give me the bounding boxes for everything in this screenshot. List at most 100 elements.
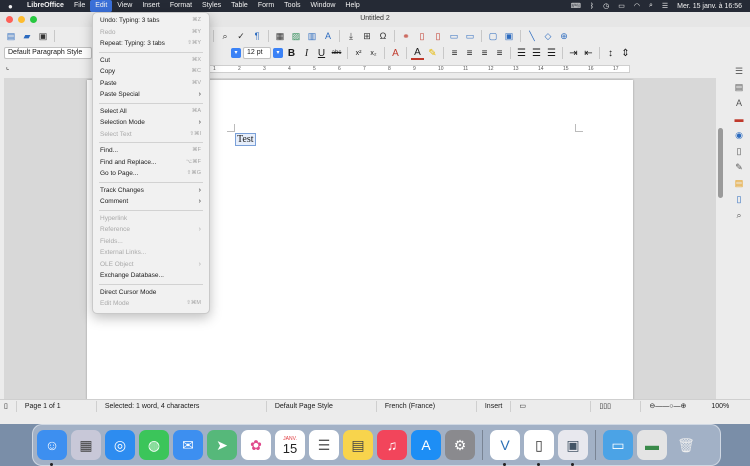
justify-icon[interactable]: ≡ xyxy=(493,48,506,59)
italic-icon[interactable]: I xyxy=(300,48,313,59)
battery-icon[interactable]: ▭ xyxy=(618,2,625,10)
strikethrough-icon[interactable]: abc xyxy=(330,50,343,56)
insert-bookmark-icon[interactable]: ▭ xyxy=(447,30,461,43)
menu-edit[interactable]: Edit xyxy=(90,0,113,12)
draw-functions-icon[interactable]: ⊕ xyxy=(557,30,571,43)
line-spacing-icon[interactable]: ↕ xyxy=(604,48,617,59)
menu-item-paste-special[interactable]: Paste Special › xyxy=(93,89,209,101)
menu-item-repeat[interactable]: Repeat: Typing: 3 tabs ⇧⌘Y xyxy=(93,38,209,50)
reminders-icon[interactable]: ☰ xyxy=(309,430,339,460)
menu-item-find-replace[interactable]: Find and Replace... ⌥⌘F xyxy=(93,157,209,169)
font-name-dropdown-icon[interactable]: ▾ xyxy=(231,48,241,58)
insert-page-break-icon[interactable]: ⤓ xyxy=(344,30,358,43)
decrease-indent-icon[interactable]: ⇤ xyxy=(582,48,595,59)
open-folder-icon[interactable]: ▰ xyxy=(20,30,34,43)
menu-table[interactable]: Table xyxy=(226,0,253,12)
mail-icon[interactable]: ✉ xyxy=(173,430,203,460)
page-number-status[interactable]: Page 1 of 1 xyxy=(17,400,97,412)
finder-icon[interactable]: ☺ xyxy=(37,430,67,466)
word-count-status[interactable]: Selected: 1 word, 4 characters xyxy=(97,400,267,412)
insert-mode-status[interactable]: Insert xyxy=(477,400,512,412)
menu-item-paste[interactable]: Paste ⌘V xyxy=(93,78,209,90)
spellcheck-icon[interactable]: ✓ xyxy=(234,30,248,43)
photos-icon[interactable]: ✿ xyxy=(241,430,271,460)
menu-format[interactable]: Format xyxy=(165,0,197,12)
music-icon[interactable]: ♫ xyxy=(377,430,407,460)
manage-changes-icon[interactable]: ▤ xyxy=(733,178,745,191)
downloads-folder-icon[interactable]: ▭ xyxy=(603,430,633,460)
menu-item-undo[interactable]: Undo: Typing: 3 tabs ⌘Z xyxy=(93,15,209,27)
menu-item-direct-cursor-mode[interactable]: Direct Cursor Mode xyxy=(93,287,209,299)
save-icon[interactable]: ▣ xyxy=(36,30,50,43)
vertical-scrollbar[interactable] xyxy=(717,78,725,400)
bluetooth-icon[interactable]: ᛒ xyxy=(590,3,594,10)
libreoffice-writer-icon[interactable]: ▯ xyxy=(524,430,554,466)
insert-endnote-icon[interactable]: ▯ xyxy=(431,30,445,43)
keyboard-icon[interactable]: ⌨ xyxy=(571,2,581,10)
horizontal-ruler[interactable]: 1 2 3 4 5 6 7 8 9 10 11 12 13 14 15 16 1… xyxy=(200,65,630,73)
insert-special-character-icon[interactable]: Ω xyxy=(376,30,390,43)
menu-view[interactable]: View xyxy=(112,0,137,12)
app-store-icon[interactable]: A xyxy=(411,430,441,460)
design-icon[interactable]: ▯ xyxy=(733,194,745,207)
align-left-icon[interactable]: ≡ xyxy=(448,48,461,59)
maps-icon[interactable]: ➤ xyxy=(207,430,237,460)
menu-insert[interactable]: Insert xyxy=(137,0,165,12)
superscript-icon[interactable]: x² xyxy=(352,50,365,57)
menu-help[interactable]: Help xyxy=(340,0,364,12)
menu-item-copy[interactable]: Copy ⌘C xyxy=(93,66,209,78)
bullet-list-icon[interactable]: ☰ xyxy=(515,48,528,59)
styles-icon[interactable]: A xyxy=(733,98,745,111)
zoom-slider[interactable]: ⊖——○—⊕ xyxy=(641,401,703,412)
launchpad-icon[interactable]: ▦ xyxy=(71,430,101,460)
underline-icon[interactable]: U xyxy=(315,48,328,59)
font-size-dropdown-icon[interactable]: ▾ xyxy=(273,48,283,58)
system-preferences-icon[interactable]: ⚙ xyxy=(445,430,475,460)
menu-item-selection-mode[interactable]: Selection Mode › xyxy=(93,117,209,129)
properties-icon[interactable]: ▤ xyxy=(733,82,745,95)
new-document-icon[interactable]: ▤ xyxy=(4,30,18,43)
insert-cross-reference-icon[interactable]: ▭ xyxy=(463,30,477,43)
page-icon[interactable]: ▯ xyxy=(733,146,745,159)
highlight-icon[interactable]: ✎ xyxy=(426,48,439,59)
basic-shapes-icon[interactable]: ◇ xyxy=(541,30,555,43)
insert-line-icon[interactable]: ╲ xyxy=(525,30,539,43)
clear-formatting-icon[interactable]: A xyxy=(389,48,402,59)
safari-icon[interactable]: ◎ xyxy=(105,430,135,460)
formatting-marks-icon[interactable]: ¶ xyxy=(250,30,264,43)
subscript-icon[interactable]: x₂ xyxy=(367,50,380,57)
paragraph-spacing-icon[interactable]: ⇕ xyxy=(619,48,632,59)
menu-item-find[interactable]: Find... ⌘F xyxy=(93,145,209,157)
insert-comment-icon[interactable]: ▢ xyxy=(486,30,500,43)
notes-icon[interactable]: ▤ xyxy=(343,430,373,460)
preview-icon[interactable]: ▣ xyxy=(558,430,588,466)
outline-list-icon[interactable]: ☰ xyxy=(545,48,558,59)
menu-app-name[interactable]: LibreOffice xyxy=(22,0,69,12)
increase-indent-icon[interactable]: ⇥ xyxy=(567,48,580,59)
numbered-list-icon[interactable]: ☰ xyxy=(530,48,543,59)
align-center-icon[interactable]: ≡ xyxy=(463,48,476,59)
zoom-level[interactable]: 100% xyxy=(703,401,737,412)
insert-footnote-icon[interactable]: ▯ xyxy=(415,30,429,43)
messages-icon[interactable]: ◍ xyxy=(139,430,169,460)
menu-form[interactable]: Form xyxy=(253,0,279,12)
style-inspector-icon[interactable]: ✎ xyxy=(733,162,745,175)
control-center-icon[interactable]: ☰ xyxy=(662,2,668,10)
trash-icon[interactable]: 🗑 xyxy=(671,430,701,460)
menu-styles[interactable]: Styles xyxy=(197,0,226,12)
scrollbar-thumb[interactable] xyxy=(718,128,723,198)
insert-chart-icon[interactable]: ▥ xyxy=(305,30,319,43)
insert-textbox-icon[interactable]: A xyxy=(321,30,335,43)
menu-item-go-to-page[interactable]: Go to Page... ⇧⌘G xyxy=(93,168,209,180)
document-text[interactable]: Test xyxy=(235,133,256,146)
navigator-icon[interactable]: ◉ xyxy=(733,130,745,143)
insert-image-icon[interactable]: ▨ xyxy=(289,30,303,43)
page-style-status[interactable]: Default Page Style xyxy=(267,400,377,412)
menu-item-exchange-database[interactable]: Exchange Database... xyxy=(93,270,209,282)
insert-field-icon[interactable]: ⊞ xyxy=(360,30,374,43)
pasteboard-icon[interactable]: ▬ xyxy=(637,430,667,460)
gallery-icon[interactable]: ▬ xyxy=(733,114,745,127)
insert-table-icon[interactable]: ▦ xyxy=(273,30,287,43)
menu-window[interactable]: Window xyxy=(306,0,341,12)
menu-item-track-changes[interactable]: Track Changes › xyxy=(93,185,209,197)
